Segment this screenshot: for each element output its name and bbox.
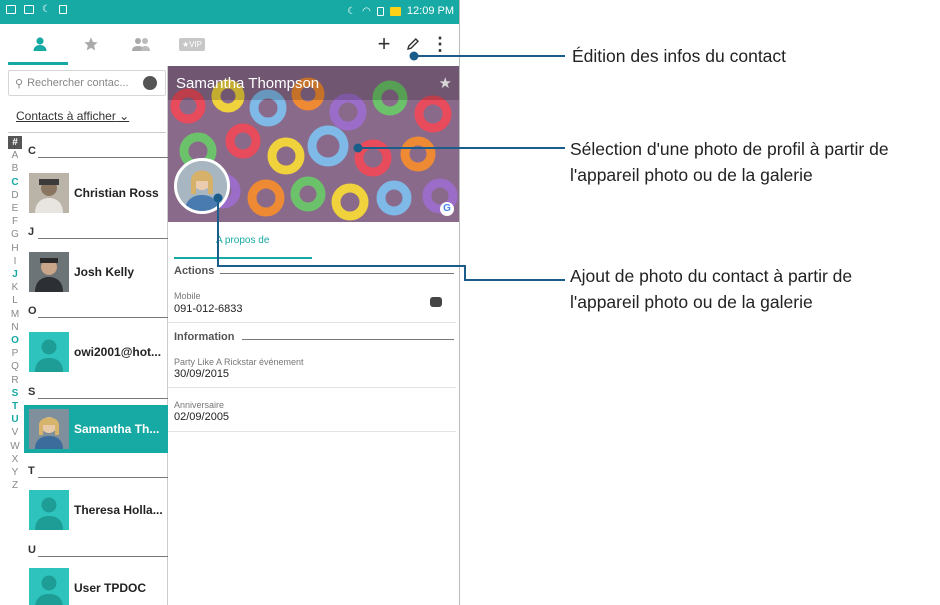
annotation-avatar: Ajout de photo du contact à partir de l'… [570, 263, 852, 315]
screenshot-stage: ☾ ☾ ◠ 12:09 PM ★VIP + ⋮ ⚲ Rechercher con… [0, 0, 940, 605]
annotation-avatar-line1: Ajout de photo du contact à partir de [570, 266, 853, 286]
callout-dot-edit [409, 51, 419, 61]
annotation-cover: Sélection d'une photo de profil à partir… [570, 136, 889, 188]
annotation-edit-text: Édition des infos du contact [572, 46, 787, 66]
callout-line-avatar [217, 198, 565, 281]
callout-dot-cover [353, 143, 363, 153]
callout-dot-avatar [213, 193, 223, 203]
annotation-cover-line1: Sélection d'une photo de profil à partir… [570, 139, 889, 159]
annotation-edit: Édition des infos du contact [572, 43, 786, 69]
annotation-avatar-line2: l'appareil photo ou de la galerie [570, 292, 813, 312]
annotation-cover-line2: l'appareil photo ou de la galerie [570, 165, 813, 185]
